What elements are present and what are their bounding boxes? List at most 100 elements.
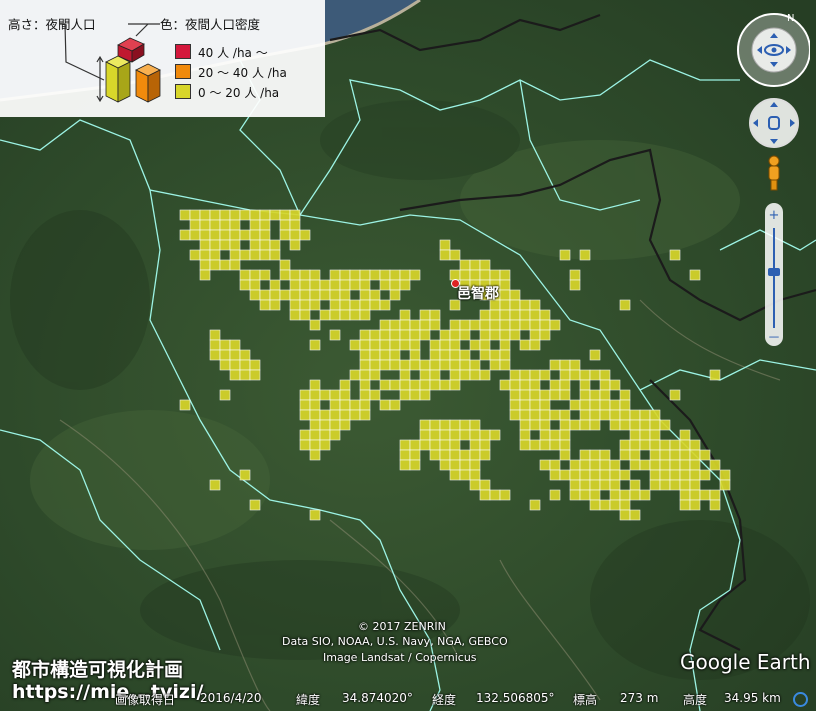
mesh-cell [379,399,391,411]
pegman-icon[interactable] [768,155,780,191]
mesh-cell [689,499,701,511]
mesh-cell [259,249,271,261]
mesh-cell [639,439,651,451]
mesh-cell [329,299,341,311]
mesh-cell [469,429,481,441]
mesh-cell [379,299,391,311]
mesh-cell [239,369,251,381]
mesh-cell [469,259,481,271]
mesh-cell [299,439,311,451]
mesh-cell [489,319,501,331]
legend-swatch-low [175,84,191,99]
mesh-cell [369,339,381,351]
mesh-cell [449,369,461,381]
mesh-cell [519,319,531,331]
mesh-cell [519,409,531,421]
mesh-cell [569,419,581,431]
mesh-cell [559,389,571,401]
mesh-cell [559,379,571,391]
mesh-cell [569,479,581,491]
mesh-cell [519,339,531,351]
mesh-cell [359,379,371,391]
mesh-cell [279,269,291,281]
mesh-cell [529,499,541,511]
mesh-cell [399,379,411,391]
mesh-cell [689,469,701,481]
mesh-cell [639,459,651,471]
mesh-cell [509,399,521,411]
mesh-cell [639,429,651,441]
mesh-cell [409,439,421,451]
mesh-cell [709,499,721,511]
mesh-cell [299,389,311,401]
mesh-cell [619,499,631,511]
mesh-cell [559,369,571,381]
zoom-in-button[interactable]: + [769,208,780,223]
legend-swatch-high [175,44,191,59]
mesh-cell [359,299,371,311]
zoom-slider[interactable]: + － [765,203,783,346]
mesh-cell [469,319,481,331]
copyright-image: Image Landsat / Copernicus [323,651,477,664]
mesh-cell [569,469,581,481]
mesh-cell [529,399,541,411]
mesh-cell [419,379,431,391]
mesh-cell [449,459,461,471]
status-circle-icon[interactable] [793,692,808,707]
north-indicator[interactable]: N [787,13,794,24]
mesh-cell [469,369,481,381]
mesh-cell [559,359,571,371]
mesh-cell [489,359,501,371]
mesh-cell [209,339,221,351]
mesh-cell [459,359,471,371]
look-around-control[interactable]: N [737,13,811,87]
move-control[interactable] [749,98,799,148]
zoom-out-button[interactable]: － [767,331,780,346]
mesh-cell [299,429,311,441]
mesh-cell [499,489,511,501]
mesh-cell [609,479,621,491]
mesh-cell [459,259,471,271]
mesh-cell [449,359,461,371]
mesh-cell [479,309,491,321]
place-label[interactable]: 邑智郡 [457,283,499,303]
mesh-cell [679,449,691,461]
mesh-cell [209,329,221,341]
zoom-thumb[interactable] [768,268,780,276]
mesh-cell [359,359,371,371]
mesh-cell [549,359,561,371]
mesh-cell [519,309,531,321]
mesh-cell [309,399,321,411]
mesh-cell [439,239,451,251]
mesh-cell [269,209,281,221]
mesh-cell [609,409,621,421]
mesh-cell [529,329,541,341]
mesh-cell [359,369,371,381]
mesh-cell [219,229,231,241]
mesh-cell [399,459,411,471]
legend-color-label: 色：夜間人口密度 [160,17,261,32]
mesh-cell [359,399,371,411]
mesh-cell [309,419,321,431]
mesh-cell [309,269,321,281]
copyright-zenrin: © 2017 ZENRIN [358,620,446,633]
mesh-cell [409,389,421,401]
mesh-cell [579,469,591,481]
mesh-cell [319,389,331,401]
mesh-cell [229,349,241,361]
mesh-cell [409,349,421,361]
mesh-cell [239,229,251,241]
mesh-cell [489,269,501,281]
mesh-cell [369,359,381,371]
mesh-cell [439,379,451,391]
mesh-cell [549,409,561,421]
mesh-cell [449,469,461,481]
mesh-cell [179,209,191,221]
mesh-cell [209,249,221,261]
mesh-cell [379,319,391,331]
mesh-cell [539,399,551,411]
mesh-cell [519,439,531,451]
mesh-cell [569,269,581,281]
mesh-cell [419,319,431,331]
mesh-cell [489,429,501,441]
